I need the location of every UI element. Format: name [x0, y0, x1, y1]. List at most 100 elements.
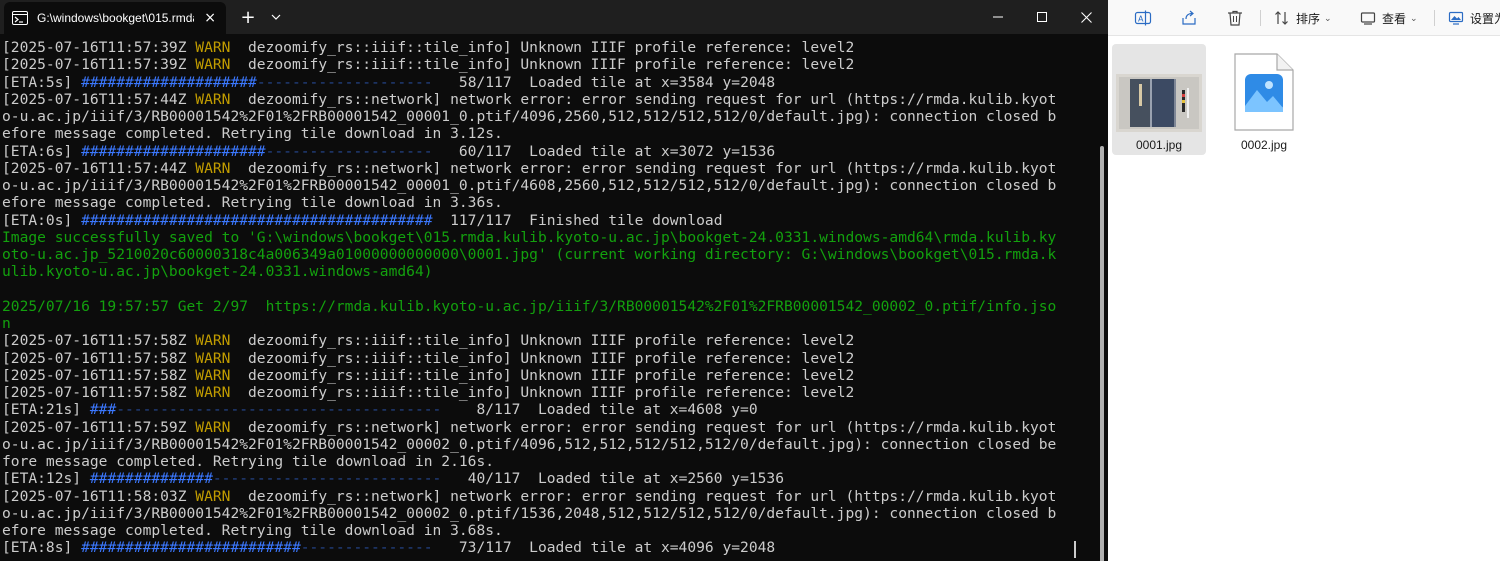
- file-name: 0002.jpg: [1240, 138, 1288, 152]
- tab-close-icon[interactable]: ×: [202, 10, 218, 26]
- toolbar-divider: [1434, 10, 1435, 26]
- file-explorer: A 排序 ⌄ 查看 ⌄ 设置 0001.jpg 0002.jpg: [1108, 0, 1500, 561]
- terminal-line: fore message completed. Retrying tile do…: [2, 453, 1092, 470]
- terminal-line: [ETA:12s] ##############----------------…: [2, 470, 1092, 487]
- terminal-line: [2025-07-16T11:57:44Z WARN dezoomify_rs:…: [2, 91, 1092, 108]
- maximize-button[interactable]: [1020, 0, 1064, 34]
- terminal-text: Image successfully saved to 'G:\windows\…: [2, 228, 1057, 246]
- terminal-text: [2025-07-16T11:57:39Z: [2, 56, 196, 74]
- tab-dropdown-button[interactable]: [264, 0, 288, 34]
- terminal-text: dezoomify_rs::iiif::tile_info] Unknown I…: [230, 384, 855, 401]
- warn-level: WARN: [195, 384, 231, 401]
- terminal-line: [2025-07-16T11:57:59Z WARN dezoomify_rs:…: [2, 419, 1092, 436]
- text-cursor: [1074, 541, 1076, 558]
- set-as-label: 设置为: [1470, 11, 1500, 26]
- share-icon: [1182, 10, 1196, 25]
- terminal-text: oto-u.ac.jp_5210020c60000318c4a006349a01…: [2, 246, 1057, 263]
- terminal-line: [2025-07-16T11:57:58Z WARN dezoomify_rs:…: [2, 384, 1092, 401]
- view-label: 查看: [1382, 11, 1407, 26]
- minimize-button[interactable]: [976, 0, 1020, 34]
- tab-terminal[interactable]: G:\windows\bookget\015.rmda ×: [4, 2, 226, 34]
- terminal-line: [2025-07-16T11:57:44Z WARN dezoomify_rs:…: [2, 160, 1092, 177]
- chevron-down-icon: ⌄: [1410, 12, 1418, 23]
- chevron-down-icon: ⌄: [1324, 12, 1332, 23]
- terminal-text: [2025-07-16T11:57:58Z: [2, 332, 196, 350]
- rename-icon: A: [1134, 10, 1152, 26]
- progress-bar-filled: ###: [89, 401, 117, 419]
- terminal-line: [ETA:5s] ####################-----------…: [2, 74, 1092, 91]
- toolbar-divider: [1260, 10, 1261, 26]
- terminal-text: dezoomify_rs::network] network error: er…: [230, 159, 1057, 177]
- maximize-icon: [1037, 12, 1047, 22]
- terminal-output[interactable]: [2025-07-16T11:57:39Z WARN dezoomify_rs:…: [2, 39, 1092, 557]
- terminal-text: 8/117 Loaded tile at x=4608 y=0: [441, 401, 758, 419]
- terminal-text: [2025-07-16T11:57:58Z: [2, 384, 196, 401]
- terminal-text: dezoomify_rs::network] network error: er…: [230, 90, 1057, 108]
- terminal-line: [ETA:21s] ###---------------------------…: [2, 401, 1092, 418]
- terminal-line: o-u.ac.jp/iiif/3/RB00001542%2F01%2FRB000…: [2, 436, 1092, 453]
- terminal-text: [2025-07-16T11:57:58Z: [2, 366, 196, 384]
- terminal-line: o-u.ac.jp/iiif/3/RB00001542%2F01%2FRB000…: [2, 177, 1092, 194]
- terminal-line: o-u.ac.jp/iiif/3/RB00001542%2F01%2FRB000…: [2, 108, 1092, 125]
- terminal-line: oto-u.ac.jp_5210020c60000318c4a006349a01…: [2, 246, 1092, 263]
- sort-icon: [1275, 11, 1288, 25]
- minimize-icon: [993, 16, 1003, 18]
- progress-bar-filled: #########################: [81, 539, 301, 557]
- progress-bar-filled: ########################################: [81, 211, 433, 229]
- trash-icon: [1228, 10, 1242, 26]
- terminal-text: dezoomify_rs::network] network error: er…: [230, 418, 1057, 436]
- photo-thumbnail: [1116, 74, 1202, 132]
- terminal-line: efore message completed. Retrying tile d…: [2, 125, 1092, 142]
- view-button[interactable]: 查看 ⌄: [1360, 4, 1418, 32]
- delete-button[interactable]: [1226, 4, 1244, 32]
- terminal-text: o-u.ac.jp/iiif/3/RB00001542%2F01%2FRB000…: [2, 108, 1057, 125]
- sort-button[interactable]: 排序 ⌄: [1274, 4, 1332, 32]
- terminal-text: 2025/07/16 19:57:57 Get 2/97 https://rmd…: [2, 297, 1057, 315]
- terminal-text: dezoomify_rs::network] network error: er…: [230, 487, 1057, 505]
- progress-bar-empty: --------------------: [256, 73, 433, 91]
- terminal-text: [ETA:0s]: [2, 211, 82, 229]
- terminal-line: 2025/07/16 19:57:57 Get 2/97 https://rmd…: [2, 298, 1092, 315]
- view-icon: [1360, 12, 1376, 25]
- file-item[interactable]: 0001.jpg: [1112, 44, 1206, 155]
- terminal-text: [2025-07-16T11:58:03Z: [2, 487, 196, 505]
- terminal-text: 60/117 Loaded tile at x=3072 y=1536: [432, 142, 776, 160]
- image-file-icon: [1234, 53, 1294, 131]
- terminal-line: [2025-07-16T11:57:39Z WARN dezoomify_rs:…: [2, 39, 1092, 56]
- set-as-button[interactable]: 设置为: [1448, 4, 1500, 32]
- terminal-text: [2025-07-16T11:57:44Z: [2, 90, 196, 108]
- close-icon: [1080, 11, 1092, 23]
- terminal-text: dezoomify_rs::iiif::tile_info] Unknown I…: [230, 56, 855, 74]
- terminal-text: dezoomify_rs::iiif::tile_info] Unknown I…: [230, 39, 855, 56]
- terminal-text: n: [2, 315, 11, 332]
- terminal-line: ulib.kyoto-u.ac.jp\bookget-24.0331.windo…: [2, 263, 1092, 280]
- terminal-text: [2025-07-16T11:57:59Z: [2, 418, 196, 436]
- terminal-text: [ETA:12s]: [2, 470, 90, 488]
- terminal-text: 58/117 Loaded tile at x=3584 y=2048: [432, 73, 776, 91]
- new-tab-button[interactable]: +: [236, 0, 260, 34]
- file-item[interactable]: 0002.jpg: [1217, 44, 1311, 155]
- terminal-text: efore message completed. Retrying tile d…: [2, 125, 503, 143]
- progress-bar-filled: ####################: [81, 73, 257, 91]
- terminal-text: 40/117 Loaded tile at x=2560 y=1536: [441, 470, 785, 488]
- set-background-icon: [1448, 11, 1464, 25]
- terminal-text: 117/117 Finished tile download: [432, 211, 723, 229]
- terminal-line: efore message completed. Retrying tile d…: [2, 522, 1092, 539]
- terminal-line: Image successfully saved to 'G:\windows\…: [2, 229, 1092, 246]
- title-bar: G:\windows\bookget\015.rmda × +: [0, 0, 1108, 34]
- scrollbar-thumb[interactable]: [1100, 146, 1104, 561]
- terminal-text: efore message completed. Retrying tile d…: [2, 194, 503, 212]
- chevron-down-icon: [271, 14, 281, 20]
- warn-level: WARN: [195, 487, 231, 505]
- scrollbar[interactable]: [1098, 34, 1108, 561]
- terminal-text: o-u.ac.jp/iiif/3/RB00001542%2F01%2FRB000…: [2, 435, 1057, 453]
- svg-text:A: A: [1138, 15, 1144, 24]
- terminal-line: [2025-07-16T11:57:58Z WARN dezoomify_rs:…: [2, 332, 1092, 349]
- terminal-line: efore message completed. Retrying tile d…: [2, 194, 1092, 211]
- close-button[interactable]: [1064, 0, 1108, 34]
- progress-bar-empty: -------------------: [265, 142, 433, 160]
- share-button[interactable]: [1180, 4, 1198, 32]
- terminal-text: dezoomify_rs::iiif::tile_info] Unknown I…: [230, 349, 855, 367]
- rename-button[interactable]: A: [1134, 4, 1152, 32]
- terminal-text: fore message completed. Retrying tile do…: [2, 453, 495, 470]
